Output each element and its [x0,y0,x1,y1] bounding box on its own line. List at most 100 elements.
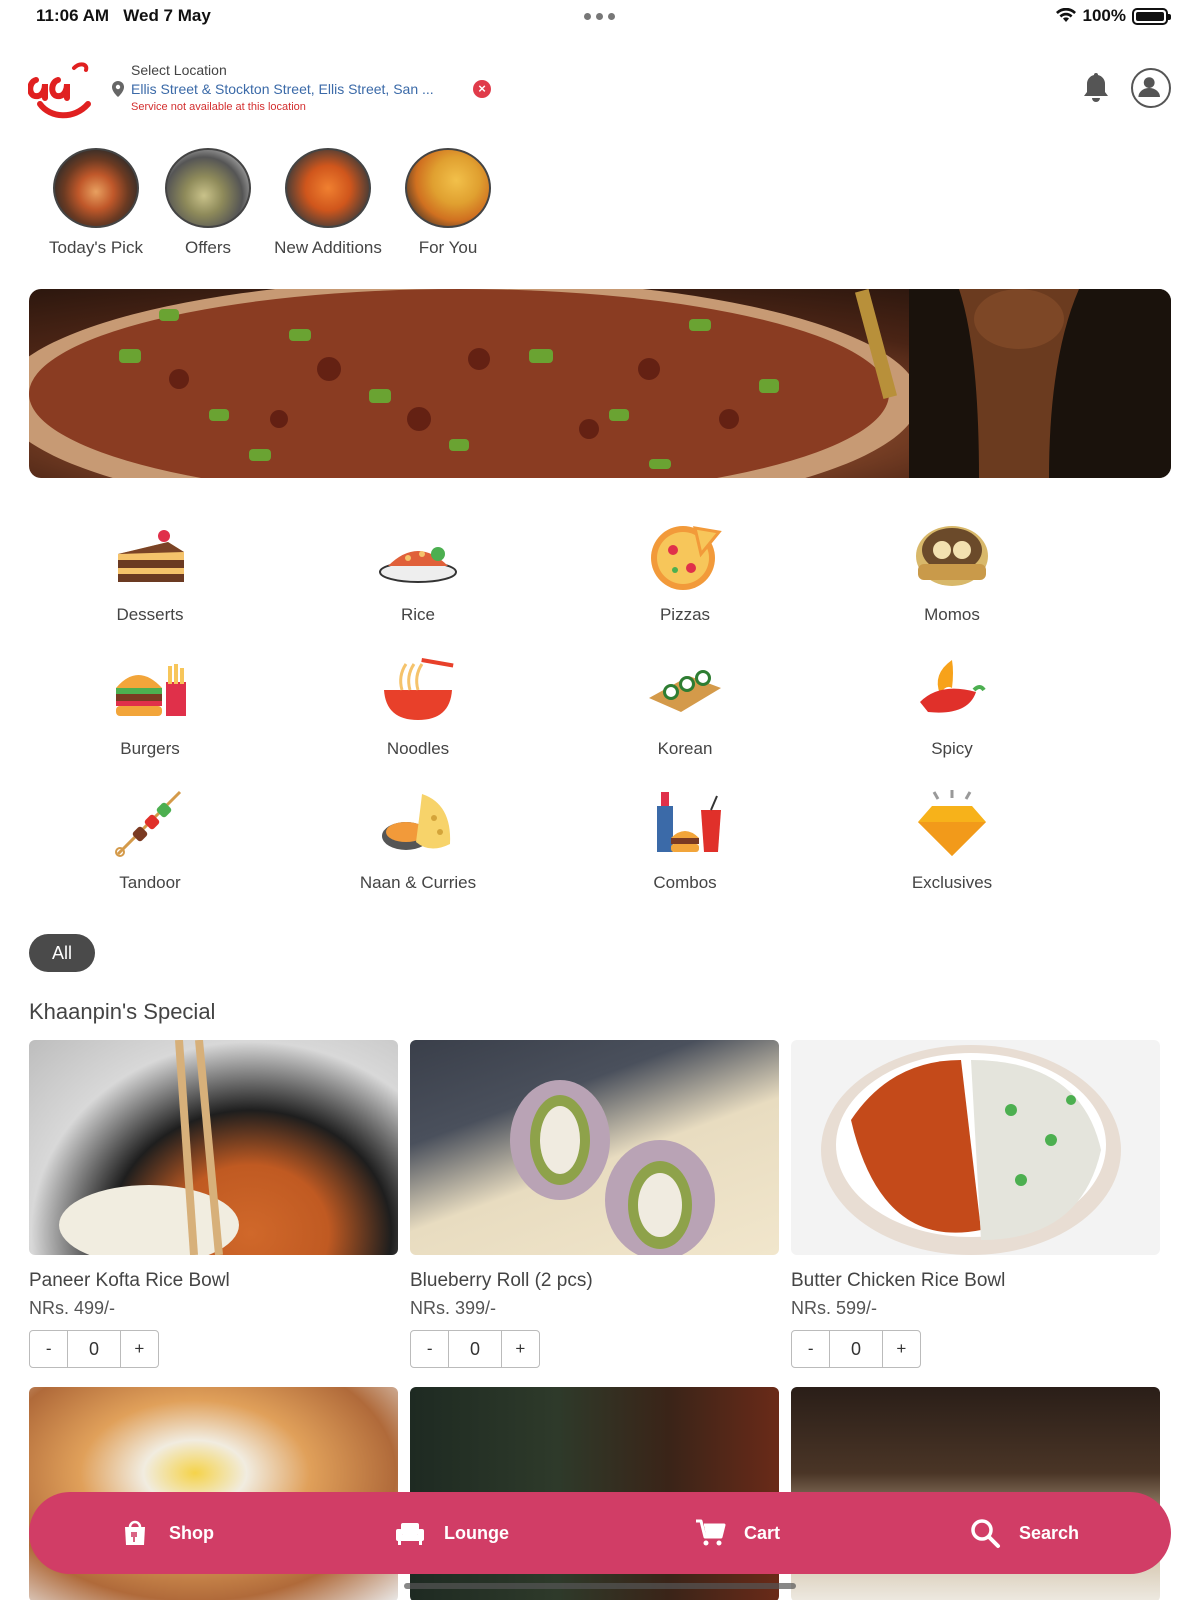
combo-icon [657,792,721,852]
category-korean[interactable]: Korean [585,654,785,759]
product-image[interactable] [410,1040,779,1255]
story-new-additions[interactable]: New Additions [274,148,382,258]
nav-shop-label: Shop [169,1522,214,1543]
nav-lounge[interactable]: Lounge [394,1492,509,1574]
status-right: 100% [1055,6,1171,26]
product-price: NRs. 399/- [410,1298,497,1318]
nav-search[interactable]: Search [969,1492,1079,1574]
cake-icon [118,530,184,582]
naan-icon [382,794,451,850]
category-naan-curries[interactable]: Naan & Curries [318,788,518,893]
increment-button[interactable]: + [121,1331,158,1367]
diamond-icon [918,790,986,856]
category-label: Korean [657,739,713,758]
decrement-button[interactable]: - [411,1331,448,1367]
category-pizzas[interactable]: Pizzas [585,520,785,625]
story-image [165,148,251,228]
product-name: Paneer Kofta Rice Bowl [29,1270,230,1291]
story-label: New Additions [274,238,382,257]
category-label: Naan & Curries [359,873,477,892]
category-label: Desserts [116,605,184,624]
category-label: Tandoor [119,873,181,892]
product-image[interactable] [29,1040,398,1255]
category-label: Burgers [120,739,180,758]
product-name: Butter Chicken Rice Bowl [791,1270,1006,1291]
wifi-icon [1055,8,1076,22]
category-spicy[interactable]: Spicy [852,654,1052,759]
quantity-value: 0 [829,1331,883,1367]
nav-search-label: Search [1019,1522,1080,1543]
sushi-icon [649,670,721,712]
category-label: Exclusives [911,873,993,892]
nav-cart[interactable]: Cart [694,1492,780,1574]
category-label: Combos [653,873,717,892]
user-icon [1138,77,1160,97]
story-image [285,148,371,228]
category-rice[interactable]: Rice [318,520,518,625]
story-label: For You [418,238,478,257]
app-logo[interactable] [28,58,96,120]
nav-cart-label: Cart [744,1522,781,1543]
quantity-stepper: - 0 + [791,1330,921,1368]
shop-icon [125,1520,145,1545]
burger-icon [116,664,186,716]
skewer-icon [115,790,182,857]
sofa-icon [396,1523,424,1545]
nav-shop[interactable]: Shop [119,1492,214,1574]
story-image [405,148,491,228]
decrement-button[interactable]: - [30,1331,67,1367]
category-burgers[interactable]: Burgers [50,654,250,759]
product-image[interactable] [791,1040,1160,1255]
decrement-button[interactable]: - [792,1331,829,1367]
location-address[interactable]: Ellis Street & Stockton Street, Ellis St… [131,81,471,97]
chili-icon [920,660,986,713]
battery-icon [1132,7,1171,25]
momo-icon [916,526,988,586]
nav-lounge-label: Lounge [444,1522,509,1543]
story-todays-pick[interactable]: Today's Pick [49,148,143,258]
location-label: Select Location [131,62,227,78]
increment-button[interactable]: + [883,1331,920,1367]
home-indicator[interactable] [404,1583,796,1589]
search-icon [971,1519,1000,1548]
category-label: Noodles [386,739,450,758]
category-combos[interactable]: Combos [585,788,785,893]
notification-bell-icon[interactable] [1080,70,1112,104]
status-time: 11:06 AM Wed 7 May [36,6,211,26]
category-label: Momos [924,605,980,624]
product-name: Blueberry Roll (2 pcs) [410,1270,593,1291]
clear-location-icon[interactable]: × [473,80,491,98]
category-label: Pizzas [659,605,711,624]
status-bar: 11:06 AM Wed 7 May 100% [0,0,1200,32]
location-error: Service not available at this location [131,101,306,113]
quantity-value: 0 [67,1331,121,1367]
bottom-nav: Shop Lounge Cart Search [29,1492,1171,1574]
category-tandoor[interactable]: Tandoor [50,788,250,893]
story-label: Offers [185,238,231,257]
category-label: Rice [400,605,435,624]
category-label: Spicy [931,739,973,758]
product-card[interactable]: Blueberry Roll (2 pcs) NRs. 399/- - 0 + [410,1040,779,1368]
category-noodles[interactable]: Noodles [318,654,518,759]
product-price: NRs. 599/- [791,1298,878,1318]
category-desserts[interactable]: Desserts [50,520,250,625]
product-price: NRs. 499/- [29,1298,116,1318]
increment-button[interactable]: + [502,1331,539,1367]
profile-button[interactable] [1131,68,1171,108]
product-card[interactable]: Paneer Kofta Rice Bowl NRs. 499/- - 0 + [29,1040,398,1368]
quantity-stepper: - 0 + [410,1330,540,1368]
quantity-value: 0 [448,1331,502,1367]
category-exclusives[interactable]: Exclusives [852,788,1052,893]
story-for-you[interactable]: For You [405,148,491,258]
product-card[interactable]: Butter Chicken Rice Bowl NRs. 599/- - 0 … [791,1040,1160,1368]
multitasking-dots[interactable] [584,13,615,20]
filter-chip-all[interactable]: All [29,934,95,972]
story-offers[interactable]: Offers [165,148,251,258]
promo-banner[interactable] [29,289,1171,478]
status-date: Wed 7 May [123,6,211,25]
location-pin-icon [112,81,124,97]
noodles-icon [384,657,454,720]
cart-icon [696,1519,726,1546]
category-momos[interactable]: Momos [852,520,1052,625]
pizza-banner-image [29,289,1171,478]
